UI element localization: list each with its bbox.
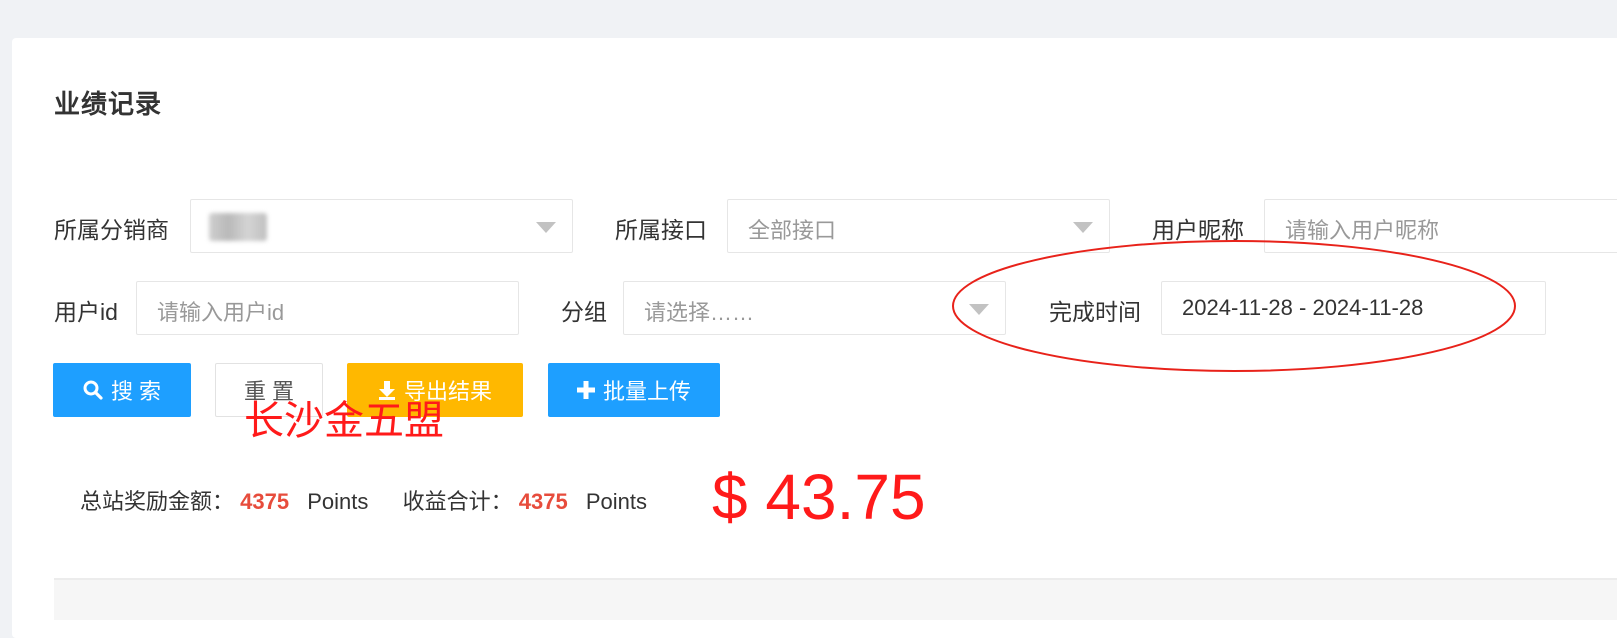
group-label: 分组 (561, 299, 607, 325)
search-button-label: 搜 索 (110, 379, 162, 404)
group-placeholder: 请选择…… (644, 300, 755, 325)
annotation-handwritten-text: 长沙金五盟 (244, 398, 444, 444)
income-value: 4375 (518, 489, 568, 514)
interface-label: 所属接口 (615, 217, 707, 243)
search-button[interactable]: 搜 索 (53, 363, 191, 417)
userid-label: 用户id (54, 299, 118, 325)
redacted-value (209, 213, 267, 241)
interface-select-value: 全部接口 (748, 218, 837, 243)
plus-icon (576, 381, 595, 399)
stats-bar: 总站奖励金额： 4375 Points 收益合计： 4375 Points (80, 484, 647, 516)
annotation-amount: $ 43.75 (712, 461, 926, 533)
page-title: 业绩记录 (54, 89, 163, 119)
total-reward-unit: Points (307, 489, 369, 514)
userid-placeholder: 请输入用户id (157, 300, 285, 325)
table-header (54, 578, 1617, 620)
income-label: 收益合计： (402, 489, 513, 514)
chevron-down-icon (536, 222, 556, 233)
total-reward-label: 总站奖励金额： (80, 489, 235, 514)
income-unit: Points (585, 489, 647, 514)
batch-upload-button[interactable]: 批量上传 (548, 363, 720, 417)
search-icon (83, 380, 103, 400)
distributor-label: 所属分销商 (54, 217, 169, 243)
annotation-ellipse (952, 240, 1516, 372)
total-reward-value: 4375 (240, 489, 290, 514)
chevron-down-icon (1073, 222, 1093, 233)
group-select[interactable]: 请选择…… (623, 281, 1006, 335)
batch-upload-button-label: 批量上传 (602, 379, 691, 404)
userid-input[interactable]: 请输入用户id (136, 281, 519, 335)
distributor-select[interactable] (190, 199, 573, 253)
